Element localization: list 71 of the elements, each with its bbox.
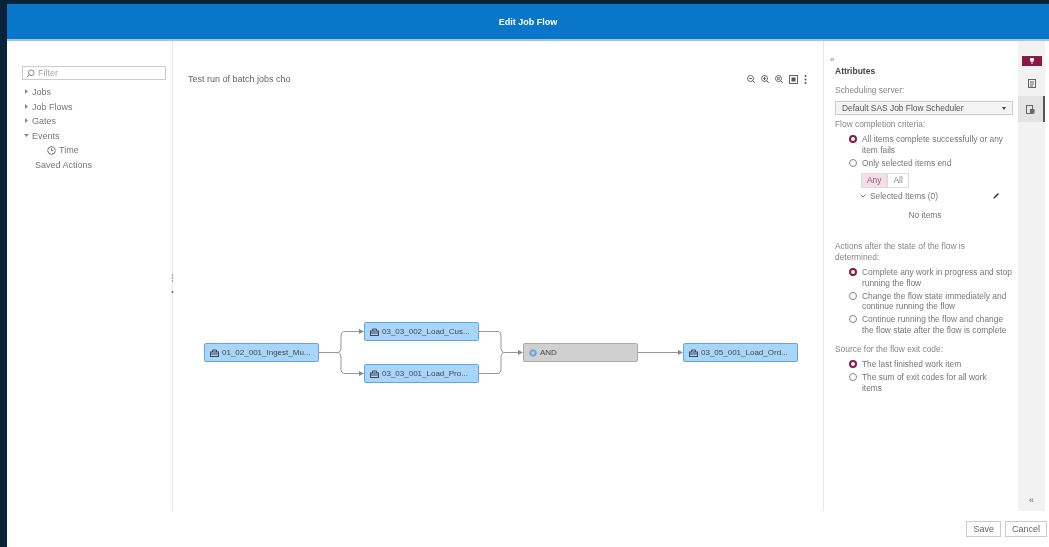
job-icon [370, 327, 379, 336]
radio-button[interactable] [849, 135, 857, 144]
chevron-down-icon[interactable] [860, 194, 866, 199]
radio-button[interactable] [849, 360, 857, 369]
zoom-reset-icon[interactable] [775, 75, 783, 83]
dropdown-caret-icon [1002, 106, 1006, 110]
zoom-in-icon[interactable] [761, 75, 769, 83]
option-label[interactable]: The sum of exit codes for all work items [862, 372, 1007, 394]
overview-icon[interactable] [789, 74, 798, 84]
radio-button[interactable] [849, 267, 857, 276]
tree-item[interactable]: Gates [32, 116, 56, 127]
connector-arrow [478, 331, 523, 355]
tree-item[interactable]: Time [59, 145, 79, 156]
field-label: Scheduling server: [835, 85, 906, 97]
expand-arrow-icon[interactable] [24, 103, 29, 110]
connector-line [478, 352, 506, 374]
option-label[interactable]: The last finished work item [862, 359, 1007, 371]
gate-node[interactable]: AND [523, 343, 638, 362]
resize-handle[interactable] [171, 273, 174, 293]
panel-tab[interactable] [1018, 96, 1045, 122]
job-icon [370, 369, 379, 378]
field-label: Source for the flow exit code: [835, 344, 944, 356]
toggle-button[interactable]: Any [861, 173, 888, 188]
search-icon [26, 69, 35, 78]
connector-arrow [318, 352, 364, 376]
job-icon [210, 348, 219, 357]
save-button[interactable]: Save [966, 521, 1001, 537]
zoom-out-icon[interactable] [747, 75, 755, 83]
connector-arrow [637, 350, 683, 355]
section-header[interactable]: Selected Items (0) [870, 190, 988, 202]
job-icon [689, 348, 698, 357]
list-icon [1027, 78, 1036, 88]
expand-arrow-icon[interactable] [24, 89, 29, 96]
flow-description: Test run of batch jobs cho [188, 74, 291, 84]
gate-icon [529, 348, 537, 357]
option-label[interactable]: All items complete successfully or any item fails [862, 134, 1012, 157]
toggle-button[interactable]: All [887, 173, 909, 188]
collapse-panel-button[interactable]: » [830, 55, 1018, 66]
filter-field[interactable]: Filter [22, 66, 166, 80]
job-node[interactable]: 01_02_001_Ingest_Mu... [204, 343, 319, 362]
radio-button[interactable] [849, 373, 857, 382]
clock-icon [47, 145, 56, 155]
radio-button[interactable] [849, 291, 857, 300]
option-label[interactable]: Only selected items end [862, 158, 1012, 170]
window-title: Edit Job Flow [498, 16, 558, 27]
tree-item[interactable]: Job Flows [32, 101, 73, 112]
option-label[interactable]: Continue running the flow and change the flow state after the flow is complete [862, 314, 1014, 337]
pin-button[interactable] [1021, 56, 1042, 66]
radio-button[interactable] [849, 315, 857, 324]
cancel-button[interactable]: Cancel [1005, 521, 1047, 537]
server-dropdown[interactable]: Default SAS Job Flow Scheduler [835, 101, 1013, 116]
job-node[interactable]: 03_05_001_Load_Ord... [683, 343, 798, 362]
expand-panel-button[interactable]: « [1029, 495, 1034, 505]
radio-button[interactable] [849, 159, 857, 168]
panel-title: Attributes [835, 66, 877, 78]
pencil-icon[interactable] [992, 192, 1000, 201]
option-label[interactable]: Complete any work in progress and stop running the flow [862, 266, 1014, 289]
expand-arrow-icon[interactable] [24, 118, 29, 125]
collapse-arrow-icon[interactable] [24, 132, 29, 139]
field-label: Flow completion criteria: [835, 119, 927, 131]
option-label[interactable]: Change the flow state immediately and continue running the flow [862, 290, 1014, 313]
more-icon[interactable] [804, 74, 807, 84]
job-node[interactable]: 03_03_002_Load_Cus... [364, 322, 479, 341]
document-icon [1026, 104, 1035, 114]
field-label: Actions after the state of the flow is determined: [835, 240, 966, 263]
tree-item[interactable]: Events [32, 130, 60, 141]
pin-icon [1029, 58, 1034, 64]
tree-item[interactable]: Jobs [32, 87, 51, 98]
empty-message: No items [907, 209, 943, 221]
job-node[interactable]: 03_03_001_Load_Pro... [364, 364, 479, 383]
tree-item[interactable]: Saved Actions [24, 159, 93, 170]
